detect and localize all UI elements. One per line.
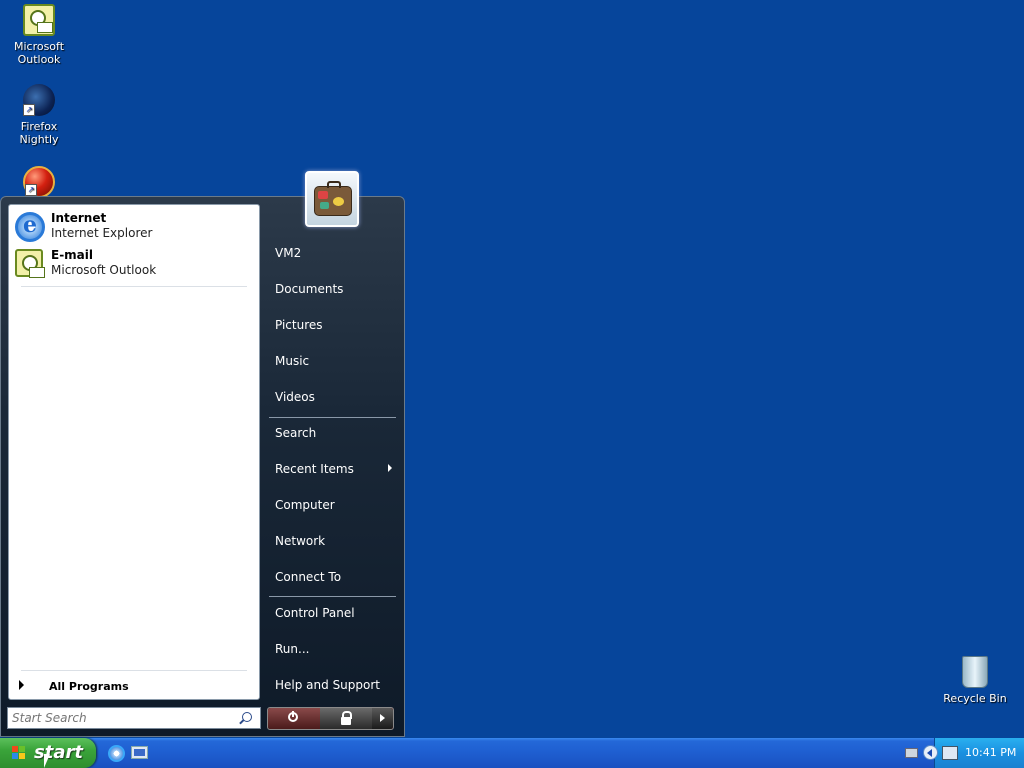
menu-item-label: Network [275, 534, 326, 548]
start-search-input[interactable] [12, 710, 232, 726]
menu-item-label: Pictures [275, 318, 323, 332]
desktop-icon-recycle-bin[interactable]: Recycle Bin [936, 656, 1014, 705]
mouse-cursor [44, 754, 56, 768]
start-menu-item-help-and-support[interactable]: Help and Support [268, 671, 398, 699]
desktop-icon-firefox-nightly[interactable]: ↗ Firefox Nightly [0, 84, 78, 146]
divider [269, 417, 396, 418]
start-menu-item-pictures[interactable]: Pictures [268, 311, 398, 339]
start-menu-item-control-panel[interactable]: Control Panel [268, 599, 398, 627]
power-button-group [267, 707, 394, 730]
pinned-item-subtitle: Internet Explorer [51, 226, 153, 240]
menu-item-label: Documents [275, 282, 344, 296]
all-programs-label: All Programs [49, 680, 129, 693]
pinned-item-internet[interactable]: Internet Internet Explorer [15, 211, 255, 245]
desktop-icon-label: Firefox Nightly [19, 120, 59, 146]
lock-icon [341, 711, 352, 725]
red-ball-icon: ↗ [23, 166, 55, 198]
outlook-icon [15, 249, 45, 278]
all-programs-button[interactable]: All Programs [9, 675, 259, 697]
chevron-right-icon [380, 714, 385, 722]
internet-explorer-icon[interactable] [108, 745, 125, 762]
start-menu-item-network[interactable]: Network [268, 527, 398, 555]
network-icon[interactable] [942, 746, 958, 760]
menu-item-label: Videos [275, 390, 315, 404]
menu-item-label: Recent Items [275, 462, 354, 476]
search-icon[interactable] [242, 712, 252, 722]
clock[interactable]: 10:41 PM [965, 746, 1016, 759]
start-menu-item-recent-items[interactable]: Recent Items [268, 455, 398, 483]
power-button[interactable] [268, 708, 320, 729]
pinned-item-subtitle: Microsoft Outlook [51, 263, 157, 277]
menu-item-label: Computer [275, 498, 335, 512]
desktop-icon-label: Recycle Bin [943, 692, 1007, 705]
suitcase-icon [314, 181, 352, 216]
menu-item-label: Control Panel [275, 606, 355, 620]
recycle-bin-icon [962, 656, 988, 688]
start-menu-item-documents[interactable]: Documents [268, 275, 398, 303]
desktop-icon-label: Microsoft Outlook [13, 40, 65, 66]
show-hidden-icons-chevron[interactable] [923, 745, 938, 760]
internet-explorer-icon [15, 212, 45, 242]
start-menu-item-computer[interactable]: Computer [268, 491, 398, 519]
pinned-item-title: E-mail [51, 248, 94, 262]
start-menu-pinned-pane: Internet Internet Explorer E-mail Micros… [8, 204, 260, 700]
shortcut-arrow-icon: ↗ [25, 184, 37, 196]
start-search-box[interactable] [7, 707, 261, 729]
chevron-right-icon [19, 680, 24, 690]
start-menu-item-videos[interactable]: Videos [268, 383, 398, 411]
menu-item-label: Help and Support [275, 678, 380, 692]
start-menu-item-search[interactable]: Search [268, 419, 398, 447]
taskbar: start 10:41 PM [0, 738, 1024, 768]
menu-item-label: Search [275, 426, 317, 440]
firefox-nightly-icon: ↗ [23, 84, 55, 116]
menu-item-label: Run... [275, 642, 310, 656]
start-menu-item-run[interactable]: Run... [268, 635, 398, 663]
power-icon [288, 711, 298, 722]
windows-flag-icon [12, 746, 26, 760]
menu-item-label: Music [275, 354, 310, 368]
start-menu-item-connect-to[interactable]: Connect To [268, 563, 398, 591]
lock-button[interactable] [320, 708, 372, 729]
submenu-arrow-icon [388, 464, 392, 472]
keyboard-icon[interactable] [905, 748, 918, 758]
divider [269, 596, 396, 597]
divider [21, 670, 247, 671]
desktop-icon-outlook[interactable]: Microsoft Outlook [0, 4, 78, 66]
user-picture-suitcase-icon[interactable] [305, 171, 359, 227]
menu-item-label: Connect To [275, 570, 342, 584]
shortcut-arrow-icon: ↗ [23, 104, 35, 116]
divider [21, 286, 247, 287]
start-label: start [34, 742, 83, 763]
pinned-item-email[interactable]: E-mail Microsoft Outlook [15, 248, 255, 282]
show-desktop-icon[interactable] [131, 746, 148, 759]
outlook-icon [23, 4, 55, 36]
start-menu-item-vm2[interactable]: VM2 [268, 239, 398, 267]
pinned-item-title: Internet [51, 211, 107, 225]
start-menu-item-music[interactable]: Music [268, 347, 398, 375]
power-options-button[interactable] [372, 708, 393, 729]
menu-item-label: VM2 [275, 246, 302, 260]
